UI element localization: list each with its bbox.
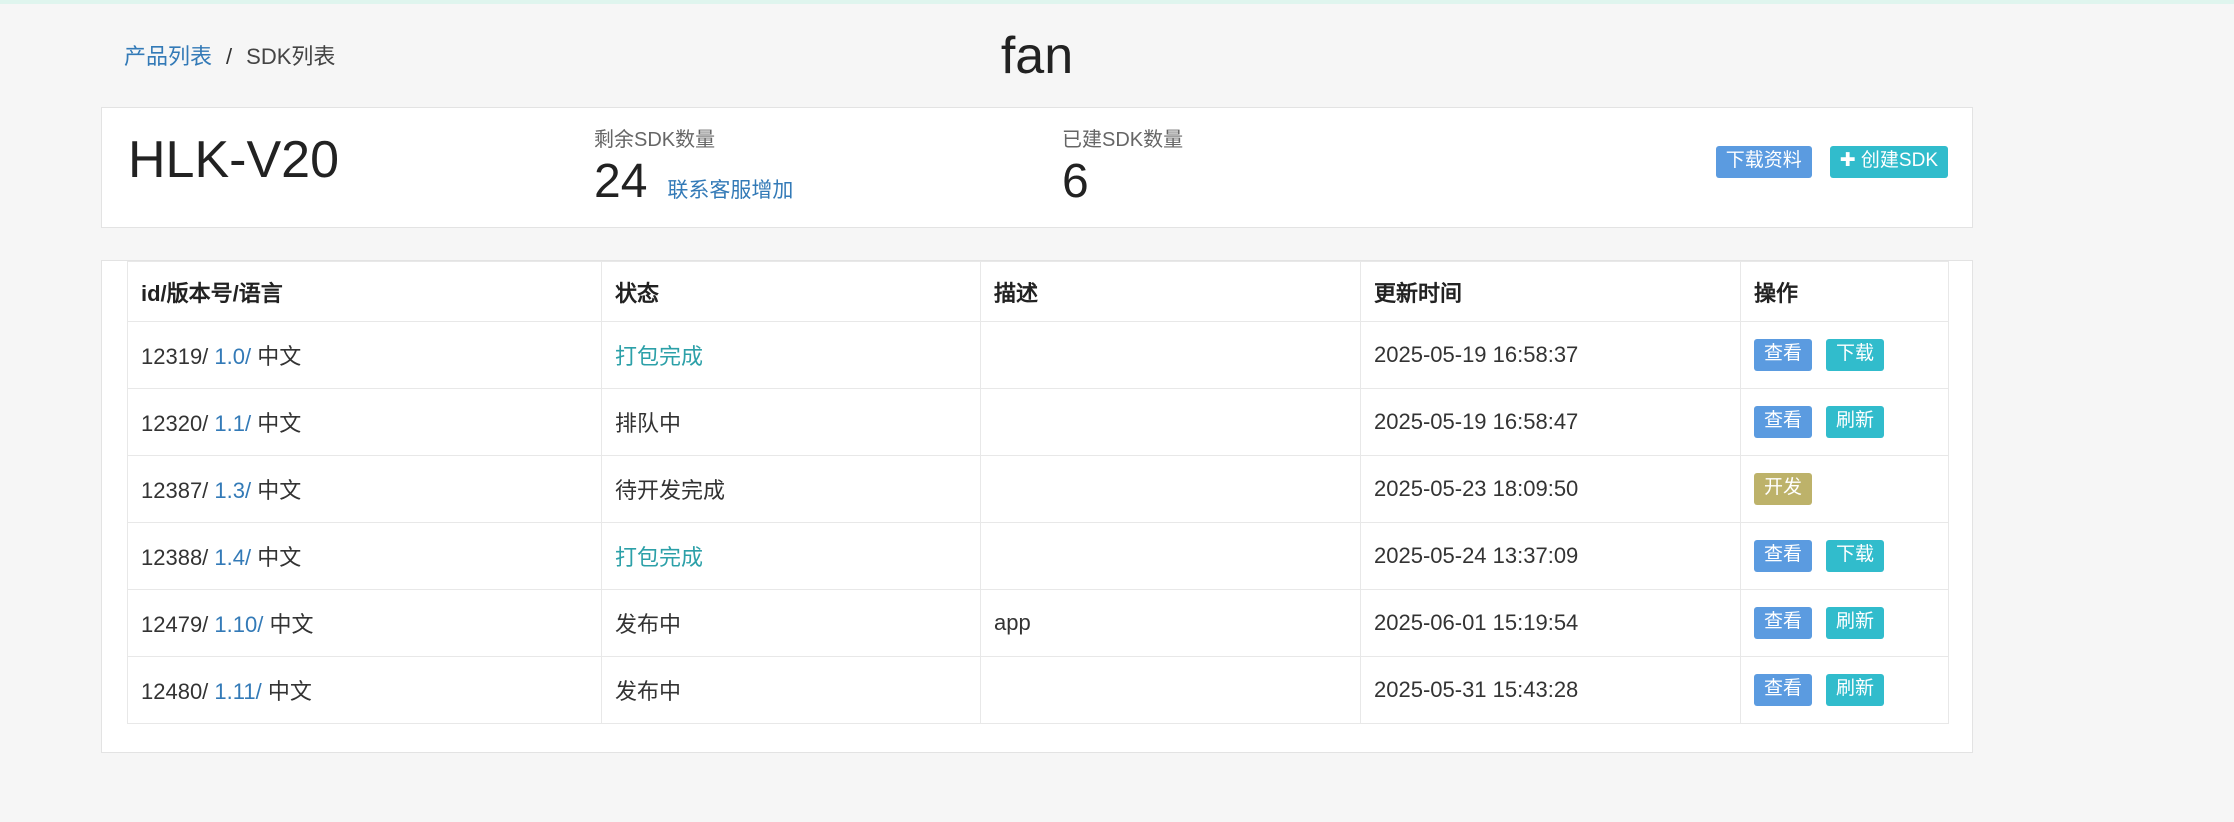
sdk-language: 中文 xyxy=(257,411,302,436)
cell-update-time: 2025-05-24 13:37:09 xyxy=(1360,522,1741,590)
cell-id-version-lang: 12320/ 1.1/ 中文 xyxy=(127,388,602,456)
download-button[interactable]: 下载 xyxy=(1826,339,1885,371)
product-name: HLK-V20 xyxy=(128,131,339,189)
sdk-status[interactable]: 打包完成 xyxy=(615,344,703,369)
remaining-sdk-stat: 剩余SDK数量 24 联系客服增加 xyxy=(594,126,793,208)
sdk-status: 发布中 xyxy=(615,679,682,704)
page-title: fan xyxy=(1000,27,1074,85)
table-row: 12388/ 1.4/ 中文 打包完成 2025-05-24 13:37:09 … xyxy=(127,522,1949,590)
cell-actions: 查看 刷新 xyxy=(1740,589,1949,657)
cell-actions: 查看 下载 xyxy=(1740,321,1949,389)
view-button[interactable]: 查看 xyxy=(1754,339,1813,371)
cell-actions: 查看 刷新 xyxy=(1740,656,1949,724)
sdk-id: 12387/ xyxy=(141,478,209,503)
refresh-button[interactable]: 刷新 xyxy=(1826,607,1885,639)
sdk-version-link[interactable]: 1.11/ xyxy=(214,679,261,704)
built-sdk-stat: 已建SDK数量 6 xyxy=(1062,126,1183,208)
remaining-sdk-value: 24 xyxy=(594,155,648,208)
cell-description xyxy=(980,522,1361,590)
cell-update-time: 2025-05-23 18:09:50 xyxy=(1360,455,1741,523)
cell-description: app xyxy=(980,589,1361,657)
header-actions: 操作 xyxy=(1740,261,1949,322)
table-row: 12320/ 1.1/ 中文 排队中 2025-05-19 16:58:47 查… xyxy=(127,388,1949,456)
view-button[interactable]: 查看 xyxy=(1754,674,1813,706)
table-header-row: id/版本号/语言 状态 描述 更新时间 操作 xyxy=(127,261,1949,322)
cell-status: 发布中 xyxy=(601,656,981,724)
view-button[interactable]: 查看 xyxy=(1754,540,1813,572)
table-row: 12319/ 1.0/ 中文 打包完成 2025-05-19 16:58:37 … xyxy=(127,321,1949,389)
create-sdk-label: 创建SDK xyxy=(1860,150,1938,171)
sdk-table-panel: id/版本号/语言 状态 描述 更新时间 操作 12319/ 1.0/ 中文 打… xyxy=(101,260,1973,753)
sdk-version-link[interactable]: 1.0/ xyxy=(214,344,251,369)
plus-icon: ✚ xyxy=(1839,150,1856,171)
cell-description xyxy=(980,321,1361,389)
cell-id-version-lang: 12388/ 1.4/ 中文 xyxy=(127,522,602,590)
sdk-status: 待开发完成 xyxy=(615,478,726,503)
cell-status: 待开发完成 xyxy=(601,455,981,523)
sdk-language: 中文 xyxy=(269,612,314,637)
cell-status: 发布中 xyxy=(601,589,981,657)
cell-actions: 查看 刷新 xyxy=(1740,388,1949,456)
header-status: 状态 xyxy=(601,261,981,322)
view-button[interactable]: 查看 xyxy=(1754,406,1813,438)
cell-id-version-lang: 12387/ 1.3/ 中文 xyxy=(127,455,602,523)
sdk-language: 中文 xyxy=(267,679,312,704)
cell-description xyxy=(980,388,1361,456)
contact-support-link[interactable]: 联系客服增加 xyxy=(667,174,793,204)
download-button[interactable]: 下载 xyxy=(1826,540,1885,572)
top-accent-strip xyxy=(0,0,2234,4)
refresh-button[interactable]: 刷新 xyxy=(1826,406,1885,438)
sdk-status: 排队中 xyxy=(615,411,682,436)
sdk-language: 中文 xyxy=(257,344,302,369)
cell-description xyxy=(980,455,1361,523)
cell-actions: 开发 xyxy=(1740,455,1949,523)
refresh-button[interactable]: 刷新 xyxy=(1826,674,1885,706)
remaining-sdk-label: 剩余SDK数量 xyxy=(594,129,716,151)
table-row: 12479/ 1.10/ 中文 发布中 app 2025-06-01 15:19… xyxy=(127,589,1949,657)
sdk-status[interactable]: 打包完成 xyxy=(615,545,703,570)
sdk-status: 发布中 xyxy=(615,612,682,637)
cell-id-version-lang: 12319/ 1.0/ 中文 xyxy=(127,321,602,389)
cell-status: 打包完成 xyxy=(601,321,981,389)
cell-update-time: 2025-06-01 15:19:54 xyxy=(1360,589,1741,657)
built-sdk-value: 6 xyxy=(1062,155,1089,208)
sdk-language: 中文 xyxy=(257,478,302,503)
table-row: 12387/ 1.3/ 中文 待开发完成 2025-05-23 18:09:50… xyxy=(127,455,1949,523)
sdk-version-link[interactable]: 1.4/ xyxy=(214,545,251,570)
download-materials-button[interactable]: 下载资料 xyxy=(1715,146,1812,178)
cell-update-time: 2025-05-19 16:58:47 xyxy=(1360,388,1741,456)
cell-id-version-lang: 12479/ 1.10/ 中文 xyxy=(127,589,602,657)
cell-status: 打包完成 xyxy=(601,522,981,590)
view-button[interactable]: 查看 xyxy=(1754,607,1813,639)
product-summary-panel: HLK-V20 剩余SDK数量 24 联系客服增加 已建SDK数量 6 下载资料… xyxy=(101,107,1973,228)
sdk-id: 12480/ xyxy=(141,679,209,704)
header-description: 描述 xyxy=(980,261,1361,322)
sdk-id: 12320/ xyxy=(141,411,209,436)
sdk-id: 12479/ xyxy=(141,612,209,637)
cell-status: 排队中 xyxy=(601,388,981,456)
cell-id-version-lang: 12480/ 1.11/ 中文 xyxy=(127,656,602,724)
sdk-id: 12388/ xyxy=(141,545,209,570)
sdk-version-link[interactable]: 1.1/ xyxy=(214,411,251,436)
cell-description xyxy=(980,656,1361,724)
built-sdk-label: 已建SDK数量 xyxy=(1062,129,1184,151)
develop-button[interactable]: 开发 xyxy=(1754,473,1813,505)
header-update-time: 更新时间 xyxy=(1360,261,1741,322)
cell-update-time: 2025-05-19 16:58:37 xyxy=(1360,321,1741,389)
sdk-id: 12319/ xyxy=(141,344,209,369)
header-id-version-lang: id/版本号/语言 xyxy=(127,261,602,322)
cell-actions: 查看 下载 xyxy=(1740,522,1949,590)
table-row: 12480/ 1.11/ 中文 发布中 2025-05-31 15:43:28 … xyxy=(127,656,1949,724)
sdk-table: id/版本号/语言 状态 描述 更新时间 操作 12319/ 1.0/ 中文 打… xyxy=(127,261,1949,724)
cell-update-time: 2025-05-31 15:43:28 xyxy=(1360,656,1741,724)
sdk-version-link[interactable]: 1.3/ xyxy=(214,478,251,503)
sdk-version-link[interactable]: 1.10/ xyxy=(214,612,263,637)
sdk-language: 中文 xyxy=(257,545,302,570)
create-sdk-button[interactable]: ✚ 创建SDK xyxy=(1829,146,1948,178)
